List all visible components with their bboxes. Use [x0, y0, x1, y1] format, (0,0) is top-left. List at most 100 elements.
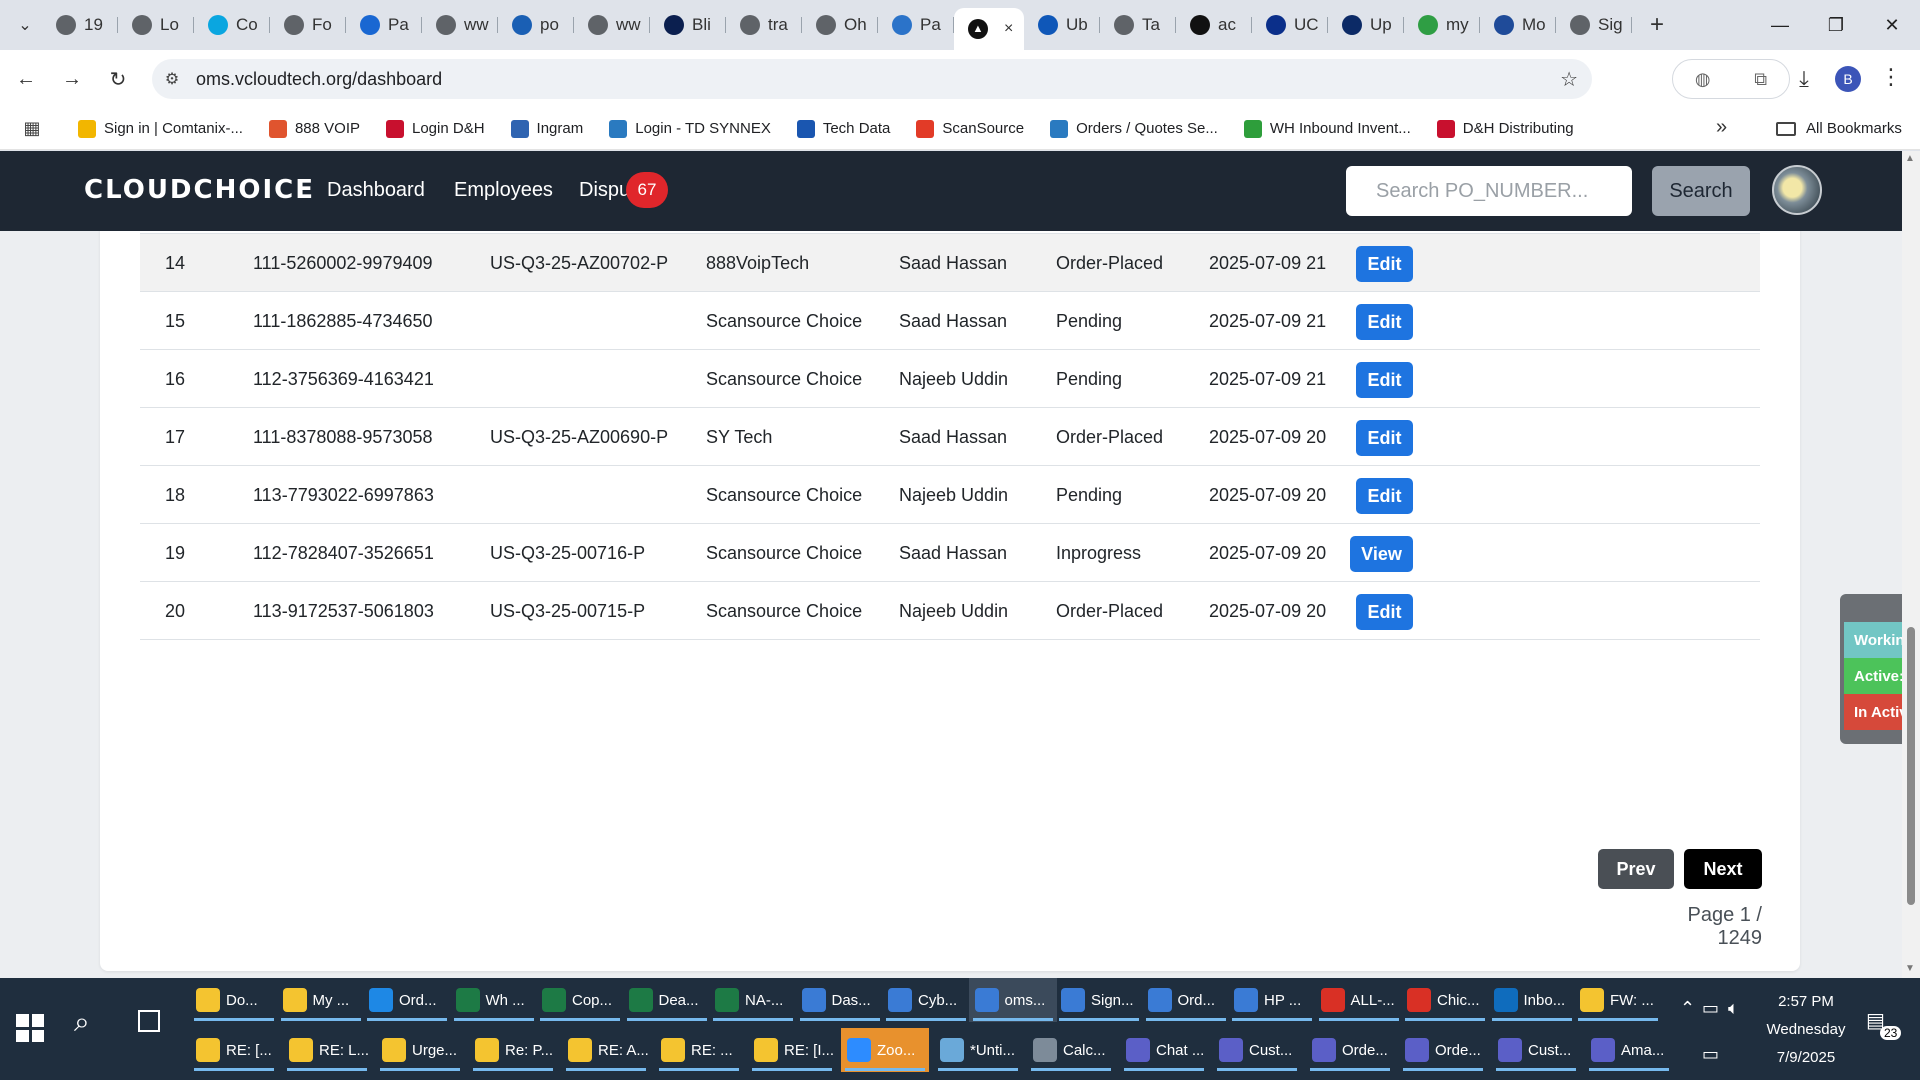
taskbar-app[interactable]: Urge... [376, 1028, 464, 1072]
menu-kebab-icon[interactable]: ⋮ [1880, 64, 1902, 90]
browser-tab[interactable]: Up [1328, 7, 1404, 43]
browser-tab-active[interactable]: ▲ × [954, 8, 1024, 50]
taskbar-app[interactable]: Cust... [1213, 1028, 1301, 1072]
bookmark-item[interactable]: Ingram [510, 119, 583, 138]
taskbar-clock[interactable]: 2:57 PM Wednesday 7/9/2025 [1746, 988, 1866, 1072]
taskbar-app[interactable]: Cop... [536, 978, 624, 1022]
taskbar-app[interactable]: HP ... [1228, 978, 1316, 1022]
edit-button[interactable]: Edit [1356, 304, 1413, 340]
windows-start-icon[interactable] [10, 1008, 50, 1048]
volume-icon[interactable]: 🔈︎ [1728, 998, 1739, 1019]
browser-tab[interactable]: Oh [802, 7, 878, 43]
status-widget-handle[interactable] [1840, 594, 1902, 622]
taskbar-app[interactable]: Sign... [1055, 978, 1143, 1022]
taskbar-app[interactable]: RE: A... [562, 1028, 650, 1072]
taskbar-app[interactable]: oms... [968, 978, 1057, 1022]
po-number-search-input[interactable] [1346, 166, 1632, 216]
bookmarks-overflow-icon[interactable]: » [1716, 116, 1727, 139]
close-window-icon[interactable]: ✕ [1864, 0, 1920, 50]
taskbar-app[interactable]: Chat ... [1120, 1028, 1208, 1072]
browser-tab[interactable]: ww [422, 7, 498, 43]
taskbar-app[interactable]: Orde... [1399, 1028, 1487, 1072]
bookmark-item[interactable]: Orders / Quotes Se... [1050, 119, 1218, 138]
omnibox[interactable]: ⚙ oms.vcloudtech.org/dashboard ☆ [152, 59, 1592, 99]
browser-tab[interactable]: 19 [42, 7, 118, 43]
edit-button[interactable]: Edit [1356, 362, 1413, 398]
taskbar-app[interactable]: Dea... [623, 978, 711, 1022]
taskbar-app[interactable]: RE: [I... [748, 1028, 836, 1072]
browser-tab[interactable]: Ub [1024, 7, 1100, 43]
taskbar-app[interactable]: Calc... [1027, 1028, 1115, 1072]
taskbar-app[interactable]: Ama... [1585, 1028, 1673, 1072]
download-icon[interactable]: ⤓ [1788, 66, 1820, 92]
all-bookmarks-button[interactable]: All Bookmarks [1776, 120, 1902, 137]
taskbar-app[interactable]: Cust... [1492, 1028, 1580, 1072]
translate-icon[interactable]: ◍ [1695, 69, 1711, 90]
taskbar-app[interactable]: ALL-... [1315, 978, 1403, 1022]
reload-icon[interactable]: ↻ [98, 59, 138, 99]
url-text[interactable]: oms.vcloudtech.org/dashboard [196, 69, 442, 90]
browser-tab[interactable]: ww [574, 7, 650, 43]
browser-tab[interactable]: Ta [1100, 7, 1176, 43]
search-button[interactable]: Search [1652, 166, 1750, 216]
bookmark-star-icon[interactable]: ☆ [1560, 67, 1578, 92]
minimize-icon[interactable]: — [1752, 0, 1808, 50]
taskbar-app[interactable]: Ord... [1142, 978, 1230, 1022]
browser-tab[interactable]: po [498, 7, 574, 43]
edit-button[interactable]: Edit [1356, 420, 1413, 456]
scroll-up-icon[interactable]: ▲ [1905, 153, 1915, 164]
browser-tab[interactable]: ac [1176, 7, 1252, 43]
close-tab-icon[interactable]: × [1004, 20, 1013, 38]
next-page-button[interactable]: Next [1684, 849, 1762, 889]
app-logo[interactable]: CLOUDCHOICE [84, 175, 315, 205]
nav-employees[interactable]: Employees [454, 179, 553, 202]
taskbar-search-icon[interactable]: ⌕ [74, 1006, 90, 1039]
browser-tab[interactable]: Bli [650, 7, 726, 43]
apps-grid-icon[interactable]: ▦ [12, 118, 52, 139]
task-view-icon[interactable] [138, 1010, 160, 1032]
taskbar-app[interactable]: RE: [... [190, 1028, 278, 1072]
status-working[interactable]: Working [1844, 622, 1902, 658]
new-tab-icon[interactable]: + [1640, 11, 1674, 39]
browser-tab[interactable]: Pa [346, 7, 422, 43]
browser-tab[interactable]: Sig [1556, 7, 1632, 43]
browser-tab[interactable]: Co [194, 7, 270, 43]
taskbar-app[interactable]: NA-... [709, 978, 797, 1022]
scroll-down-icon[interactable]: ▼ [1905, 963, 1915, 974]
browser-tab[interactable]: Lo [118, 7, 194, 43]
user-avatar[interactable] [1772, 165, 1822, 215]
bookmark-item[interactable]: D&H Distributing [1436, 119, 1574, 138]
scrollbar-thumb[interactable] [1907, 627, 1915, 905]
edit-button[interactable]: Edit [1356, 594, 1413, 630]
browser-tab[interactable]: Pa [878, 7, 954, 43]
taskbar-app[interactable]: Das... [796, 978, 884, 1022]
view-button[interactable]: View [1350, 536, 1413, 572]
edit-button[interactable]: Edit [1356, 478, 1413, 514]
taskbar-app[interactable]: Do... [190, 978, 278, 1022]
taskbar-app[interactable]: Orde... [1306, 1028, 1394, 1072]
back-icon[interactable]: ← [6, 59, 46, 99]
browser-tab[interactable]: tra [726, 7, 802, 43]
taskbar-app[interactable]: My ... [277, 978, 365, 1022]
network-icon[interactable]: ▭ [1702, 1044, 1719, 1065]
battery-icon[interactable]: ▭ [1702, 998, 1719, 1019]
taskbar-app[interactable]: RE: L... [283, 1028, 371, 1072]
prev-page-button[interactable]: Prev [1598, 849, 1674, 889]
profile-avatar[interactable]: B [1835, 66, 1861, 92]
bookmark-item[interactable]: WH Inbound Invent... [1243, 119, 1411, 138]
extensions-puzzle-icon[interactable]: ⧉ [1754, 69, 1767, 90]
browser-tab[interactable]: Mo [1480, 7, 1556, 43]
bookmark-item[interactable]: ScanSource [916, 119, 1024, 138]
tab-search-chevron-icon[interactable]: ⌄ [8, 8, 42, 42]
taskbar-app[interactable]: Cyb... [882, 978, 970, 1022]
taskbar-app[interactable]: Zoo... [841, 1028, 929, 1072]
taskbar-app[interactable]: Inbo... [1488, 978, 1576, 1022]
bookmark-item[interactable]: Sign in | Comtanix-... [78, 119, 243, 138]
browser-tab[interactable]: UC [1252, 7, 1328, 43]
tray-overflow-icon[interactable]: ⌃ [1680, 998, 1695, 1019]
bookmark-item[interactable]: Tech Data [796, 119, 890, 138]
taskbar-app[interactable]: Wh ... [450, 978, 538, 1022]
edit-button[interactable]: Edit [1356, 246, 1413, 282]
browser-tab[interactable]: my [1404, 7, 1480, 43]
taskbar-app[interactable]: Chic... [1401, 978, 1489, 1022]
